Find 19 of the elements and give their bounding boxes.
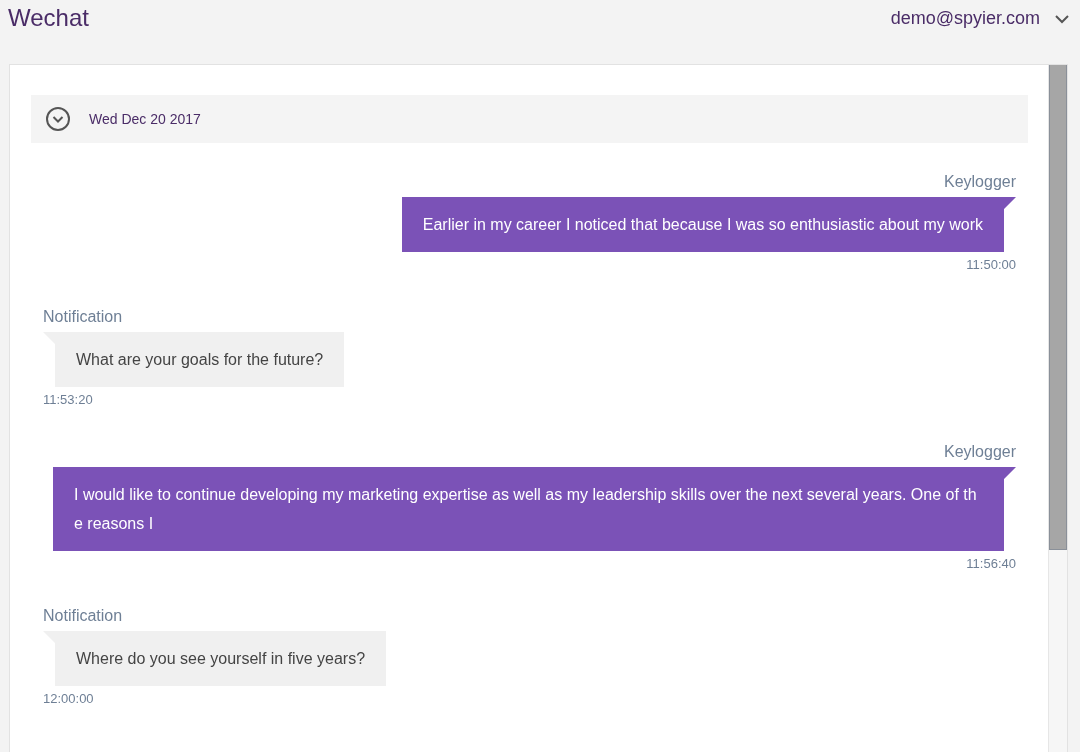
chevron-circle-icon: [45, 106, 71, 132]
sender-name: Notification: [43, 607, 123, 625]
app-title: Wechat: [8, 4, 89, 32]
message-time: 11:53:20: [43, 392, 93, 407]
message-bubble: Earlier in my career I noticed that because I was so enthusiastic about my work: [401, 197, 1016, 252]
scrollbar[interactable]: [1048, 65, 1067, 752]
message-time: 12:00:00: [43, 691, 94, 706]
sender-name: Keylogger: [943, 443, 1016, 461]
message-time: 11:56:40: [966, 556, 1016, 571]
message-time: 11:50:00: [966, 257, 1016, 272]
message-bubble: I would like to continue developing my marketing expertise as well as my leadership skills over the next several years. One of the reasons I: [53, 467, 1016, 551]
message-bubble: Where do you see yourself in five years?: [43, 631, 387, 686]
date-group-header[interactable]: Wed Dec 20 2017: [31, 95, 1028, 143]
sender-name: Notification: [43, 308, 123, 326]
sender-name: Keylogger: [943, 173, 1016, 191]
date-label: Wed Dec 20 2017: [89, 111, 201, 127]
account-menu[interactable]: demo@spyier.com: [890, 0, 1070, 29]
chevron-down-icon: [1054, 13, 1070, 24]
message-bubble: What are your goals for the future?: [43, 332, 345, 387]
